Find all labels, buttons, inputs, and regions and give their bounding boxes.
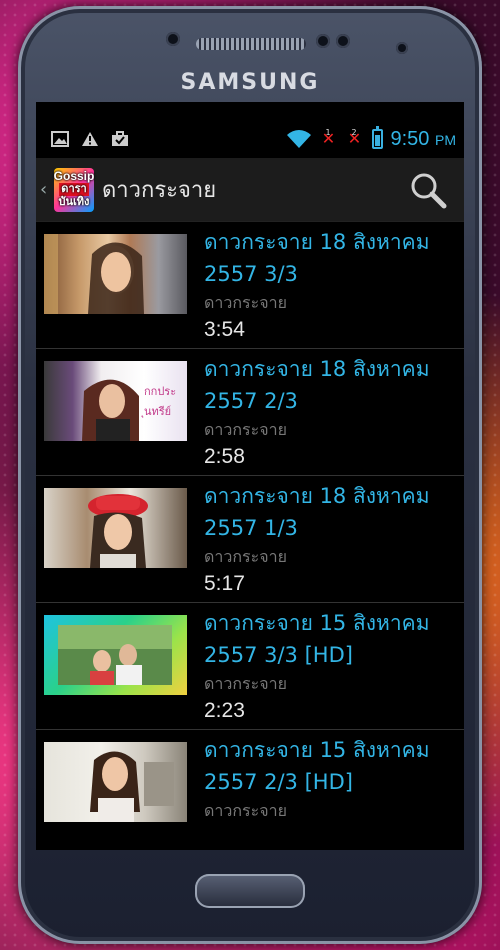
battery-icon (371, 126, 383, 149)
video-channel: ดาวกระจาย (204, 293, 287, 312)
app-logo-line1: Gossip (53, 169, 95, 183)
app-logo[interactable]: Gossip ดารา บันเทิง (53, 167, 95, 212)
status-bar: 1 ✕ 2 ✕ 9:50 PM (36, 120, 464, 158)
video-thumbnail (44, 742, 187, 822)
video-thumbnail: กกประุนทรีย์ (44, 361, 187, 441)
action-bar: ‹ Gossip ดารา บันเทิง ดาวกระจาย (36, 158, 464, 222)
sim1-label: 1 (325, 128, 331, 137)
video-list: ดาวกระจาย 18 สิงหาคม 2557 3/3 ดาวกระจาย … (36, 222, 464, 850)
warning-icon (80, 130, 100, 148)
search-icon (411, 173, 447, 208)
video-title: ดาวกระจาย 15 สิงหาคม 2557 2/3 [HD] (204, 738, 430, 794)
video-duration: 3:54 (204, 318, 245, 341)
proximity-sensor (316, 34, 330, 48)
earpiece-speaker (196, 38, 306, 50)
search-button[interactable] (408, 170, 448, 210)
sim2-label: 2 (351, 128, 357, 137)
video-title: ดาวกระจาย 15 สิงหาคม 2557 3/3 [HD] (204, 611, 430, 667)
video-title: ดาวกระจาย 18 สิงหาคม 2557 3/3 (204, 230, 430, 286)
video-channel: ดาวกระจาย (204, 801, 287, 820)
video-channel: ดาวกระจาย (204, 674, 287, 693)
page-title: ดาวกระจาย (102, 178, 217, 203)
video-thumbnail (44, 488, 187, 568)
video-duration: 2:23 (204, 699, 245, 722)
sim2-no-signal-icon: 2 ✕ (346, 128, 364, 149)
app-logo-line3: บันเทิง (58, 196, 90, 208)
video-thumbnail (44, 234, 187, 314)
clock: 9:50 PM (391, 128, 457, 151)
light-sensor (336, 34, 350, 48)
video-title: ดาวกระจาย 18 สิงหาคม 2557 1/3 (204, 484, 430, 540)
home-button[interactable] (195, 874, 305, 908)
sim1-no-signal-icon: 1 ✕ (320, 128, 338, 149)
wifi-icon (286, 130, 312, 148)
video-title: ดาวกระจาย 18 สิงหาคม 2557 2/3 (204, 357, 430, 413)
image-icon (50, 130, 70, 148)
clock-time: 9:50 (390, 127, 430, 150)
svg-text:ุนทรีย์: ุนทรีย์ (141, 405, 171, 418)
front-sensor (166, 32, 180, 46)
brand-logo: SAMSUNG (180, 70, 320, 95)
video-item[interactable]: ดาวกระจาย 18 สิงหาคม 2557 3/3 ดาวกระจาย … (36, 222, 464, 349)
video-channel: ดาวกระจาย (204, 420, 287, 439)
briefcase-check-icon (110, 130, 130, 148)
video-channel: ดาวกระจาย (204, 547, 287, 566)
clock-ampm: PM (435, 131, 456, 148)
video-thumbnail (44, 615, 187, 695)
video-duration: 5:17 (204, 572, 245, 595)
app-logo-line2: ดารา (59, 183, 89, 196)
video-item[interactable]: ดาวกระจาย 15 สิงหาคม 2557 2/3 [HD] ดาวกร… (36, 730, 464, 850)
up-caret-icon[interactable]: ‹ (40, 179, 50, 200)
svg-text:กกประ: กกประ (144, 385, 176, 398)
video-duration: 2:58 (204, 445, 245, 468)
video-item[interactable]: ดาวกระจาย 15 สิงหาคม 2557 3/3 [HD] ดาวกร… (36, 603, 464, 730)
video-item[interactable]: ดาวกระจาย 18 สิงหาคม 2557 1/3 ดาวกระจาย … (36, 476, 464, 603)
screen: 1 ✕ 2 ✕ 9:50 PM ‹ Gossip ดารา บันเทิง ดาวก… (36, 102, 464, 850)
video-item[interactable]: กกประุนทรีย์ ดาวกระจาย 18 สิงหาคม 2557 2… (36, 349, 464, 476)
front-camera (396, 42, 408, 54)
